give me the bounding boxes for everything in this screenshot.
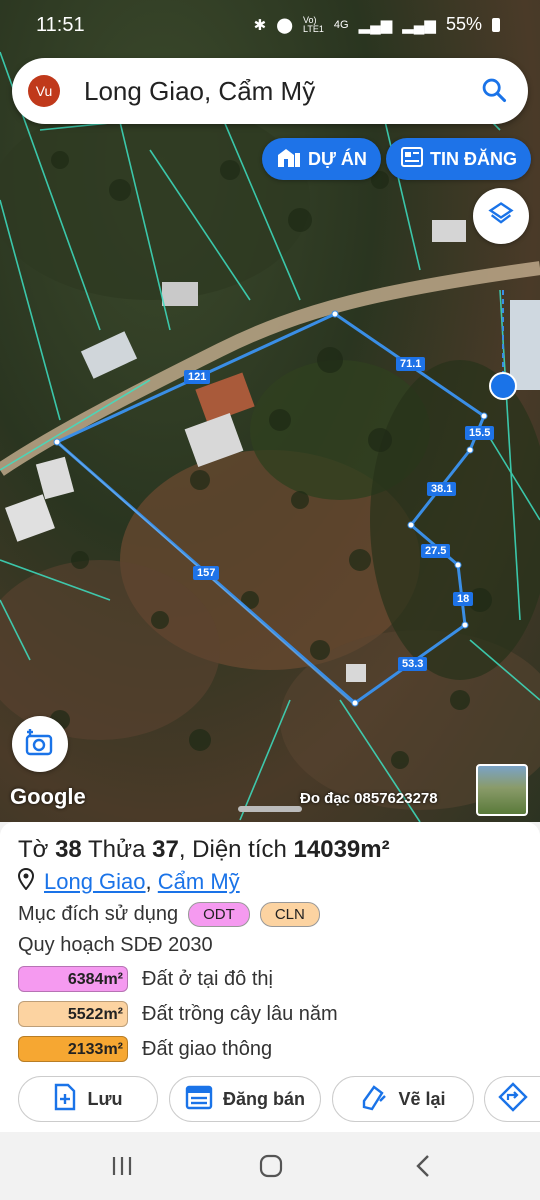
- segment-length-label: 15.5: [465, 426, 495, 440]
- draw-pen-icon: [360, 1083, 388, 1116]
- directions-icon: [497, 1081, 528, 1117]
- bluetooth-icon: ✱: [253, 16, 267, 34]
- area-value: 14039m²: [293, 836, 390, 863]
- location-row: Long Giao, Cẩm Mỹ: [17, 867, 240, 896]
- system-nav-bar: [0, 1132, 540, 1200]
- district-link[interactable]: Cẩm Mỹ: [158, 869, 240, 894]
- street-view-thumbnail[interactable]: [476, 764, 528, 816]
- add-photo-icon: [24, 727, 56, 762]
- plan-description: Đất trồng cây lâu năm: [142, 1002, 338, 1025]
- battery-level: 55%: [445, 14, 482, 34]
- segment-length-label: 38.1: [427, 482, 457, 496]
- avatar[interactable]: Vu: [28, 75, 60, 107]
- plan-row-perennial: 5522m² Đất trồng cây lâu năm: [18, 1001, 338, 1027]
- redraw-label: Vẽ lại: [398, 1088, 446, 1109]
- search-icon[interactable]: [480, 76, 508, 109]
- parcel-info-sheet: Tờ 38 Thửa 37, Diện tích 14039m² Long Gi…: [0, 822, 540, 1132]
- layers-button[interactable]: [473, 188, 529, 244]
- post-sale-button[interactable]: Đăng bán: [169, 1076, 321, 1122]
- segment-length-label: 157: [193, 566, 220, 580]
- search-bar[interactable]: Vu Long Giao, Cẩm Mỹ: [12, 58, 528, 124]
- segment-length-label: 71.1: [396, 357, 426, 371]
- calendar-list-icon: [185, 1084, 213, 1115]
- purpose-tag-cln[interactable]: CLN: [259, 902, 320, 927]
- battery-icon: [492, 17, 500, 32]
- listings-label: TIN ĐĂNG: [430, 148, 517, 169]
- layers-icon: [487, 200, 515, 233]
- listings-button[interactable]: TIN ĐĂNG: [386, 138, 531, 180]
- land-use-purpose-row: Mục đích sử dụng ODT CLN: [18, 902, 320, 927]
- status-time: 11:51: [36, 14, 85, 36]
- area-label: , Diện tích: [178, 836, 287, 863]
- parcel-title: Tờ 38 Thửa 37, Diện tích 14039m²: [18, 836, 390, 864]
- plot-label: Thửa: [88, 836, 146, 863]
- action-bar: Lưu Đăng bán Vẽ lại: [0, 1076, 540, 1124]
- plan-row-transport: 2133m² Đất giao thông: [18, 1036, 272, 1062]
- purpose-tag-odt[interactable]: ODT: [188, 902, 250, 927]
- commune-link[interactable]: Long Giao: [44, 869, 146, 894]
- signal-icon: ▂▄▆: [358, 16, 393, 34]
- plan-row-residential: 6384m² Đất ở tại đô thị: [18, 966, 273, 992]
- network-type: 4G: [333, 18, 349, 31]
- segment-length-label: 27.5: [421, 544, 451, 558]
- location-pin-icon: ⬤: [276, 16, 294, 34]
- projects-label: DỰ ÁN: [308, 148, 367, 169]
- map-pin-icon: [17, 867, 35, 896]
- building-icon: [276, 145, 302, 174]
- lte-label: Vo) LTE1: [303, 14, 324, 34]
- location-separator: ,: [145, 869, 152, 894]
- map-view[interactable]: 121 71.1 15.5 38.1 27.5 18 53.3 157 11:51 ✱ ⬤ V…: [0, 0, 540, 822]
- add-file-icon: [53, 1083, 77, 1116]
- plan-area-box: 6384m²: [18, 966, 128, 992]
- newspaper-icon: [400, 146, 424, 173]
- save-button[interactable]: Lưu: [18, 1076, 158, 1122]
- camera-button[interactable]: [12, 716, 68, 772]
- plan-area-box: 2133m²: [18, 1036, 128, 1062]
- projects-button[interactable]: DỰ ÁN: [262, 138, 381, 180]
- segment-length-label: 18: [453, 592, 474, 606]
- status-icons: ✱ ⬤ Vo) LTE1 4G ▂▄▆ ▂▄▆ 55%: [254, 14, 500, 35]
- plan-description: Đất giao thông: [142, 1037, 273, 1060]
- plan-description: Đất ở tại đô thị: [142, 967, 273, 990]
- my-location-dot: [489, 372, 517, 400]
- search-location-title[interactable]: Long Giao, Cẩm Mỹ: [84, 76, 315, 107]
- save-label: Lưu: [87, 1088, 123, 1109]
- sheet-drag-handle[interactable]: [238, 806, 302, 812]
- directions-button[interactable]: [484, 1076, 540, 1122]
- segment-length-label: 53.3: [398, 657, 428, 671]
- home-icon[interactable]: [259, 1154, 283, 1183]
- plan-area-box: 5522m²: [18, 1001, 128, 1027]
- survey-contact-label: Đo đạc 0857623278: [300, 790, 438, 807]
- post-sale-label: Đăng bán: [222, 1088, 305, 1109]
- segment-length-label: 121: [184, 370, 211, 384]
- sheet-label: Tờ: [18, 836, 49, 863]
- back-icon[interactable]: [412, 1154, 436, 1183]
- plan-label: Quy hoạch SDĐ 2030: [18, 934, 213, 956]
- recent-apps-icon[interactable]: [110, 1154, 134, 1183]
- status-bar: 11:51 ✱ ⬤ Vo) LTE1 4G ▂▄▆ ▂▄▆ 55%: [0, 0, 540, 52]
- google-logo: Google: [10, 784, 86, 809]
- purpose-label: Mục đích sử dụng: [18, 903, 179, 925]
- sheet-number: 38: [55, 836, 82, 863]
- signal-icon-2: ▂▄▆: [402, 16, 436, 34]
- redraw-button[interactable]: Vẽ lại: [332, 1076, 474, 1122]
- plot-number: 37: [152, 836, 179, 863]
